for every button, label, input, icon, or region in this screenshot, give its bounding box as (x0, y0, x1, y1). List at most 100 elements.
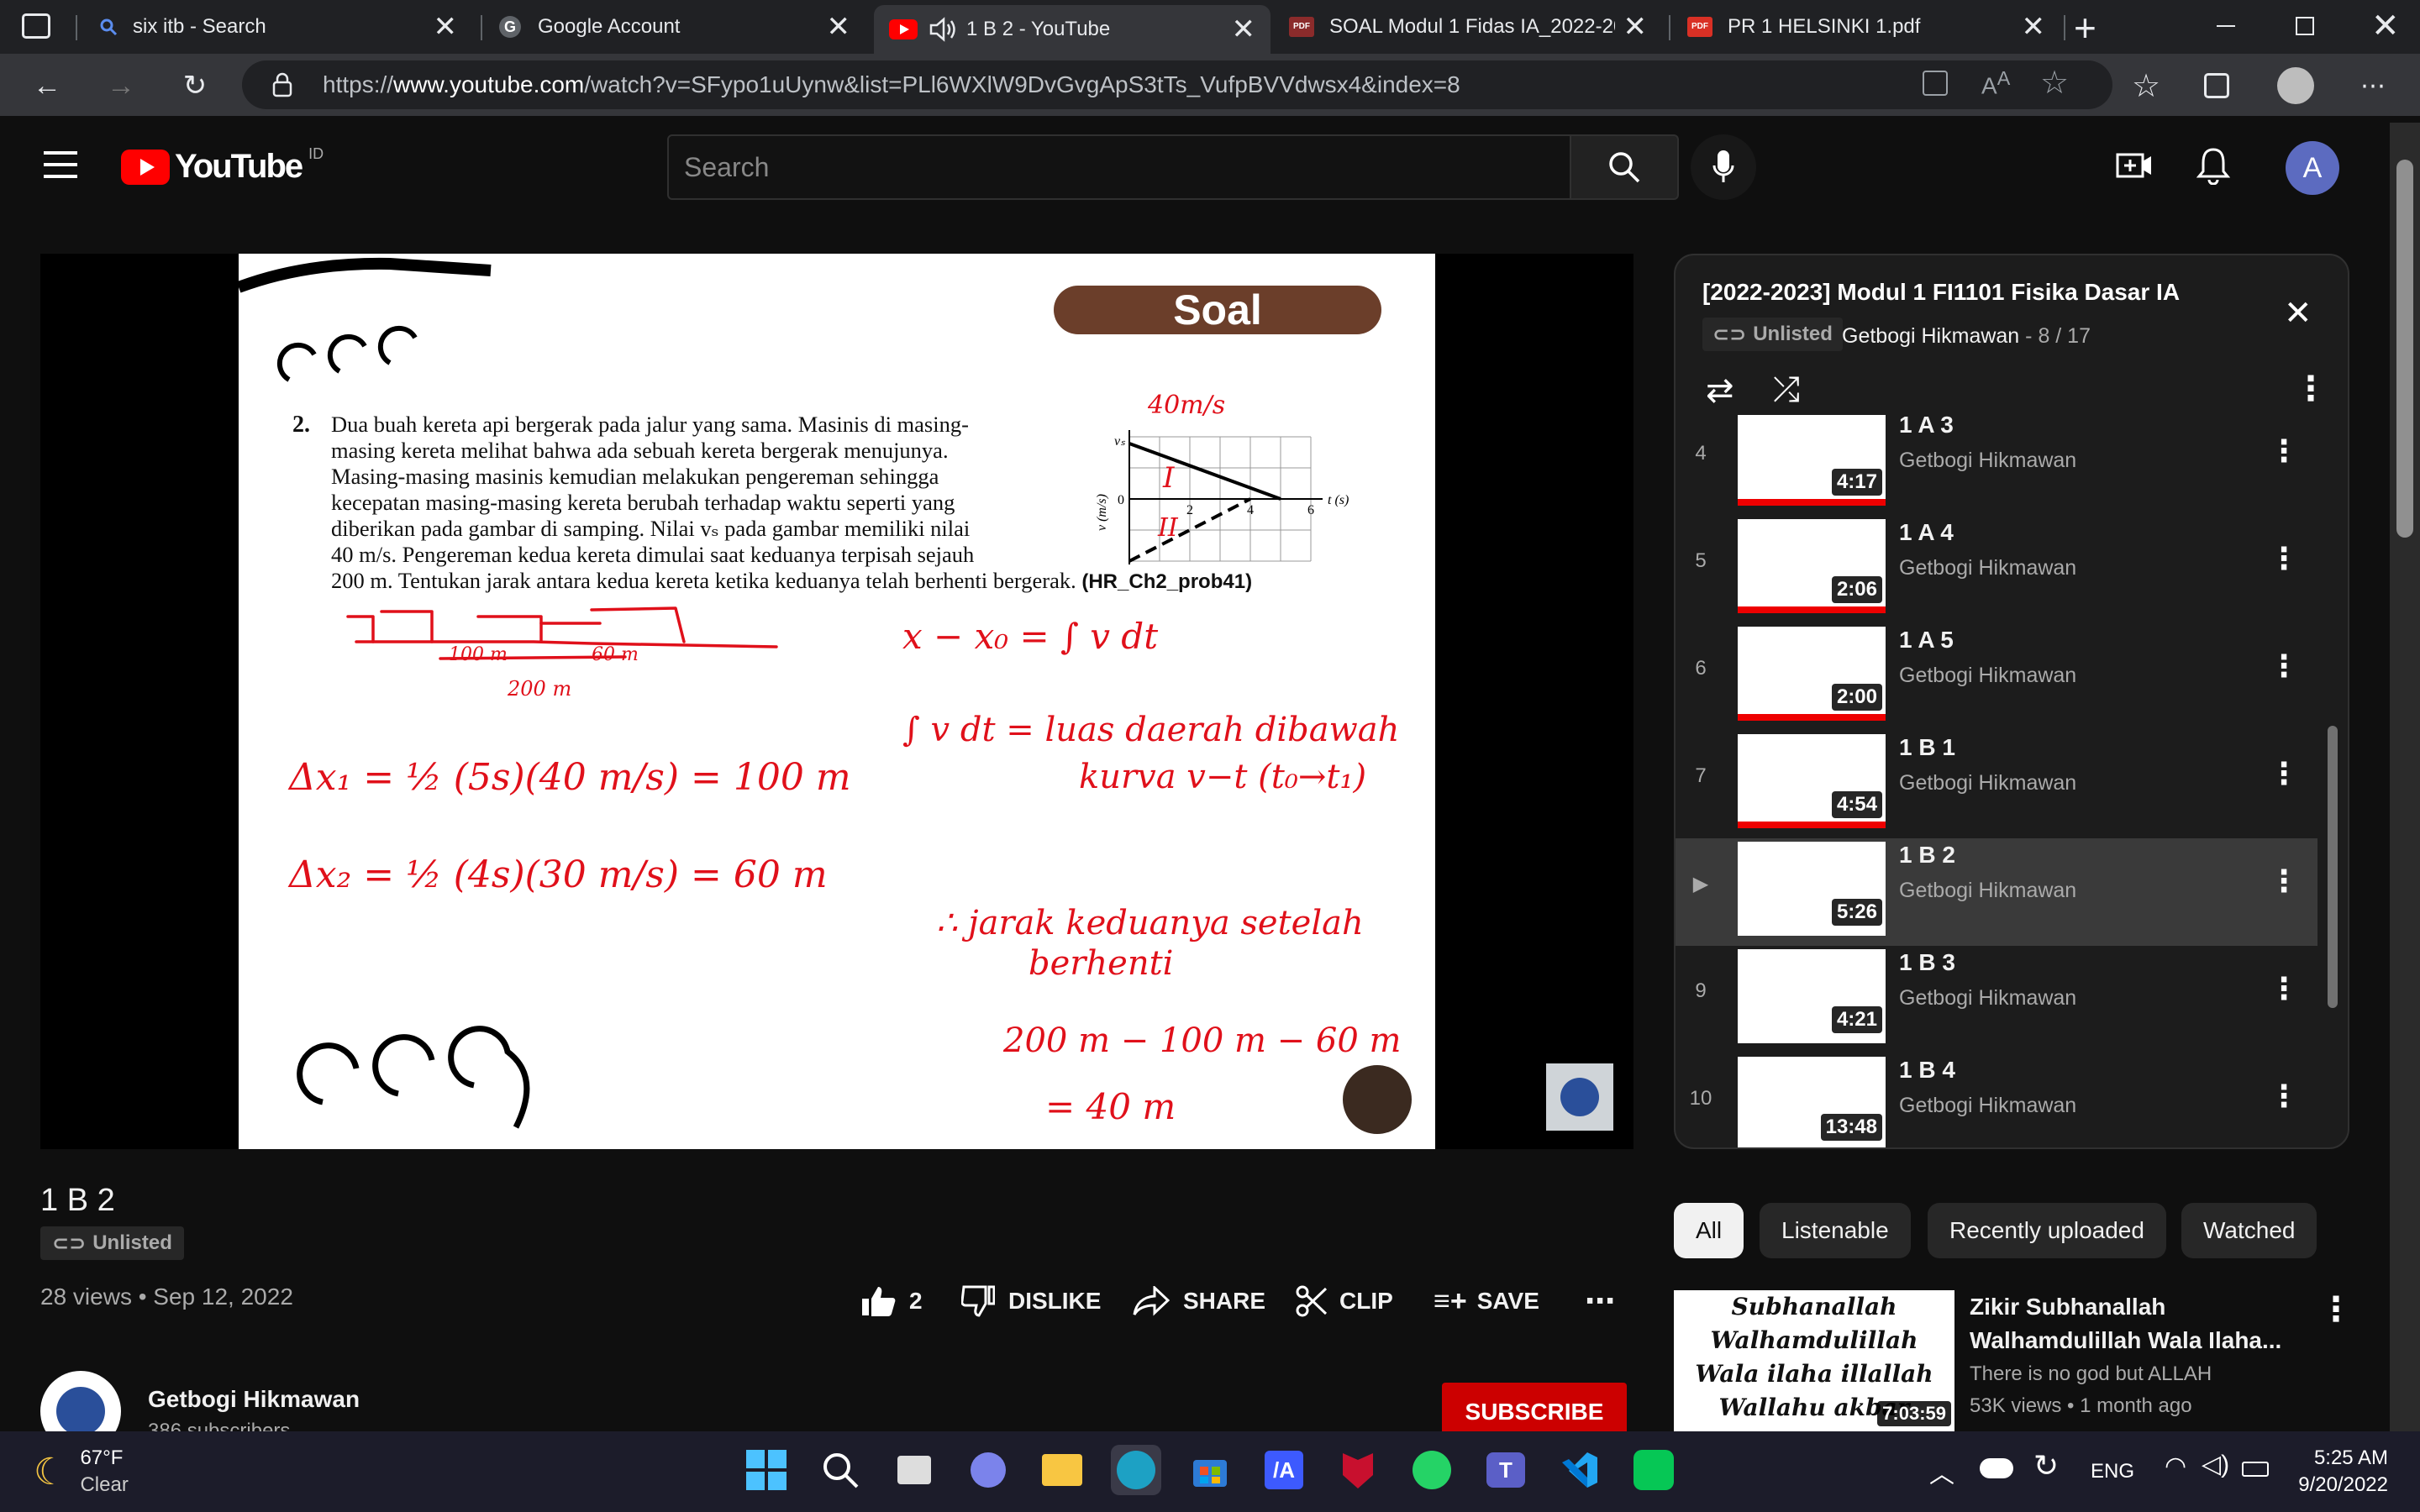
dislike-button[interactable]: DISLIKE (961, 1284, 1101, 1319)
chip-recently-uploaded[interactable]: Recently uploaded (1928, 1203, 2166, 1258)
tray-chevron-icon[interactable]: ︿ (1929, 1453, 1954, 1490)
refresh-button[interactable]: ↻ (175, 66, 215, 106)
restore-button[interactable] (2296, 17, 2314, 35)
playlist-item[interactable]: 4 4:17 1 A 3 Getbogi Hikmawan ⋮ (1676, 415, 2317, 516)
voice-search-button[interactable] (1691, 134, 1756, 200)
tab-helsinki-pdf[interactable]: PDF PR 1 HELSINKI 1.pdf ✕ (1672, 5, 2060, 49)
share-button[interactable]: SHARE (1133, 1284, 1265, 1319)
close-icon[interactable]: ✕ (2022, 10, 2046, 44)
chip-all[interactable]: All (1674, 1203, 1744, 1258)
close-window-button[interactable]: ✕ (2371, 7, 2400, 45)
volume-icon[interactable]: ◁) (2202, 1450, 2229, 1479)
svg-text:Δx₁ = ½ (5s)(40 m/s) = 100 m: Δx₁ = ½ (5s)(40 m/s) = 100 m (287, 756, 851, 799)
start-icon[interactable] (741, 1445, 792, 1495)
onedrive-icon[interactable] (1980, 1458, 2013, 1478)
close-icon[interactable]: ✕ (827, 10, 851, 44)
slide-header-badge: Soal (1054, 286, 1381, 334)
address-bar[interactable]: https://www.youtube.com/watch?v=SFypo1uU… (242, 60, 2112, 109)
tab-actions-icon[interactable] (22, 13, 50, 39)
tab-search[interactable]: six itb - Search ✕ (84, 5, 472, 49)
create-video-icon[interactable] (2116, 151, 2153, 184)
shuffle-icon[interactable]: ⤮ (1773, 371, 1800, 409)
mcafee-icon[interactable] (1333, 1445, 1383, 1495)
task-view-icon[interactable] (889, 1445, 939, 1495)
close-icon[interactable]: ✕ (1232, 13, 1256, 46)
scissors-icon (1296, 1285, 1328, 1317)
channel-branding-icon[interactable] (1546, 1063, 1613, 1131)
more-icon[interactable]: ⋮ (2269, 864, 2299, 899)
video-thumbnail: 4:17 (1738, 415, 1886, 506)
vscode-icon[interactable] (1555, 1445, 1605, 1495)
playlist-scrollbar[interactable] (2328, 726, 2338, 1008)
battery-icon[interactable] (2242, 1462, 2269, 1477)
youtube-logo[interactable]: YouTube ID (121, 145, 324, 186)
more-icon[interactable]: ⋮ (2269, 541, 2299, 576)
minimize-button[interactable] (2217, 25, 2235, 27)
tab-youtube[interactable]: 1 B 2 - YouTube ✕ (874, 5, 1270, 54)
sync-icon[interactable]: ↻ (2033, 1448, 2059, 1483)
playlist-item[interactable]: 7 4:54 1 B 1 Getbogi Hikmawan ⋮ (1676, 731, 2317, 838)
search-input[interactable]: Search (667, 134, 1571, 200)
more-icon[interactable]: ⋮ (2269, 648, 2299, 684)
app-available-icon[interactable] (1923, 71, 1948, 96)
search-icon (1609, 152, 1640, 183)
video-player[interactable]: Soal 2. Dua buah kereta api bergerak pad… (40, 254, 1634, 1149)
close-icon[interactable]: ✕ (434, 10, 458, 44)
notifications-bell-icon[interactable] (2196, 146, 2231, 189)
playlist-close-button[interactable]: ✕ (2284, 294, 2312, 333)
more-icon[interactable]: ⋮ (2269, 756, 2299, 791)
back-button[interactable]: ← (27, 66, 67, 106)
speaker-icon[interactable] (928, 17, 958, 42)
chip-listenable[interactable]: Listenable (1760, 1203, 1911, 1258)
edge-icon[interactable] (1111, 1445, 1161, 1495)
chat-icon[interactable] (963, 1445, 1013, 1495)
save-button[interactable]: ≡+ SAVE (1434, 1284, 1539, 1319)
playlist-title[interactable]: [2022-2023] Modul 1 FI1101 Fisika Dasar … (1702, 279, 2180, 306)
page-scrollbar[interactable] (2390, 123, 2420, 1431)
teams-icon[interactable]: T (1481, 1445, 1531, 1495)
new-tab-button[interactable]: + (2074, 5, 2096, 50)
playlist-item[interactable]: 5 2:06 1 A 4 Getbogi Hikmawan ⋮ (1676, 516, 2317, 623)
like-button[interactable]: 2 (862, 1284, 923, 1319)
more-icon[interactable]: ⋮ (2269, 1079, 2299, 1114)
recommended-title[interactable]: Zikir Subhanallah Walhamdulillah Wala Il… (1970, 1290, 2281, 1357)
wifi-icon[interactable]: ◠ (2165, 1452, 2186, 1481)
forward-button[interactable]: → (101, 66, 141, 106)
file-explorer-icon[interactable] (1037, 1445, 1087, 1495)
playlist-item[interactable]: 9 4:21 1 B 3 Getbogi Hikmawan ⋮ (1676, 946, 2317, 1053)
search-icon (100, 18, 118, 36)
tab-google-account[interactable]: G Google Account ✕ (482, 5, 865, 49)
more-actions-button[interactable]: ⋯ (1585, 1284, 1615, 1319)
collections-icon[interactable] (2196, 66, 2237, 106)
profile-icon[interactable] (2275, 66, 2316, 106)
playlist-menu-icon[interactable]: ⋮ (2294, 370, 2328, 408)
playlist-item[interactable]: 10 13:48 1 B 4 Getbogi Hikmawan ⋮ (1676, 1053, 2317, 1147)
menu-icon[interactable]: ⋯ (2353, 66, 2393, 106)
search-icon[interactable] (815, 1445, 865, 1495)
channel-name[interactable]: Getbogi Hikmawan (148, 1386, 360, 1413)
store-icon[interactable] (1185, 1445, 1235, 1495)
search-button[interactable] (1571, 134, 1679, 200)
loop-icon[interactable]: ⇄ (1706, 371, 1734, 410)
recommended-thumbnail[interactable]: Subhanallah Walhamdulillah Wala ilaha il… (1674, 1290, 1954, 1431)
weather-widget[interactable]: ☾ 67°F Clear (34, 1445, 129, 1499)
read-aloud-icon[interactable]: AA (1981, 67, 2010, 99)
close-icon[interactable]: ✕ (1623, 10, 1648, 44)
clip-button[interactable]: CLIP (1296, 1284, 1393, 1319)
favorites-icon[interactable]: ☆ (2126, 66, 2166, 106)
account-avatar[interactable]: A (2286, 141, 2339, 195)
tab-soal-pdf[interactable]: PDF SOAL Modul 1 Fidas IA_2022-20 ✕ (1274, 5, 1662, 49)
more-icon[interactable]: ⋮ (2269, 433, 2299, 469)
add-favorite-icon[interactable]: ☆ (2040, 64, 2069, 102)
language-indicator[interactable]: ENG (2091, 1460, 2134, 1483)
more-icon[interactable]: ⋮ (2269, 971, 2299, 1006)
playlist-item-current[interactable]: ▶ 5:26 1 B 2 Getbogi Hikmawan ⋮ (1676, 838, 2317, 946)
chip-watched[interactable]: Watched (2181, 1203, 2317, 1258)
hamburger-icon[interactable] (44, 151, 77, 178)
playlist-item[interactable]: 6 2:00 1 A 5 Getbogi Hikmawan ⋮ (1676, 623, 2317, 731)
clock[interactable]: 5:25 AM 9/20/2022 (2286, 1445, 2388, 1499)
math-app-icon[interactable]: /A (1259, 1445, 1309, 1495)
recommended-more-icon[interactable]: ⋮ (2319, 1290, 2353, 1329)
line-icon[interactable] (1628, 1445, 1679, 1495)
whatsapp-icon[interactable] (1407, 1445, 1457, 1495)
